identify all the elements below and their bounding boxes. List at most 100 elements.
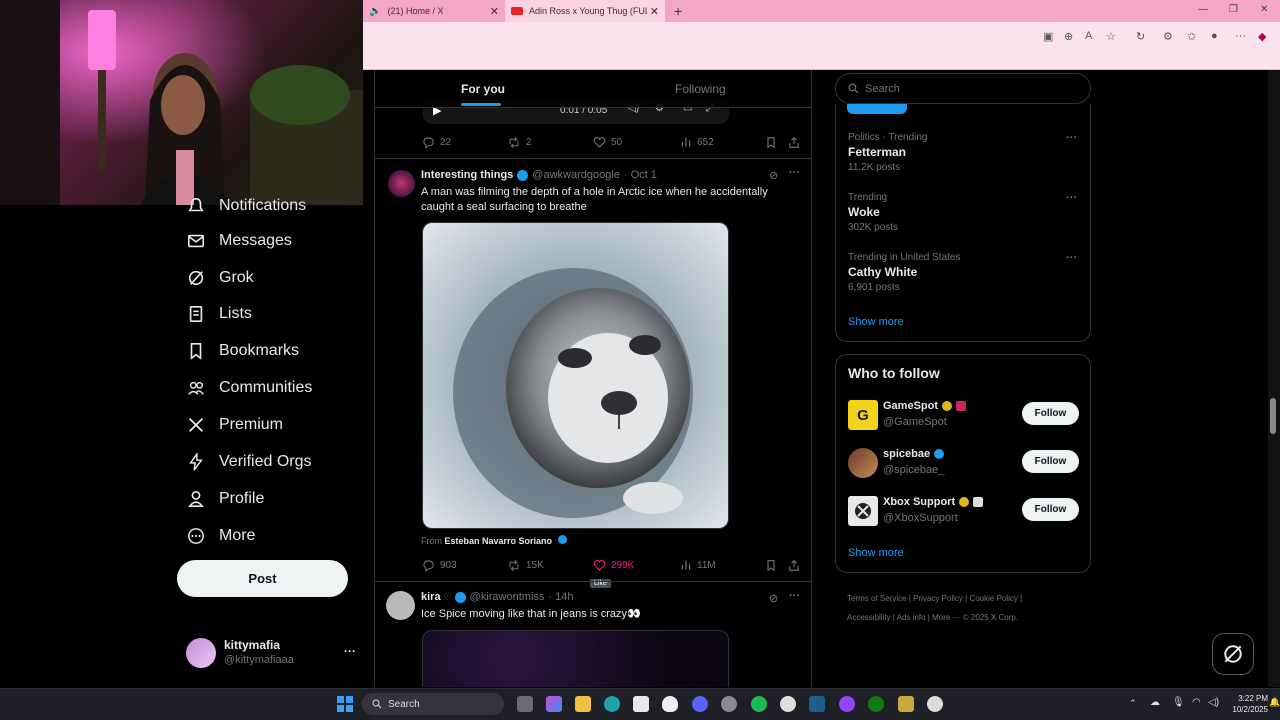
volume-tray-icon[interactable]: ◁): [1208, 697, 1219, 708]
obs-icon[interactable]: [780, 696, 796, 712]
follow-suggestion-name[interactable]: spicebae: [883, 448, 945, 460]
footer-privacy[interactable]: Privacy Policy: [913, 594, 963, 603]
trend-more-icon[interactable]: ···: [1066, 192, 1077, 204]
nav-item-verified-orgs[interactable]: Verified Orgs: [185, 451, 311, 473]
nav-item-more[interactable]: More: [185, 525, 255, 547]
views-button[interactable]: 11M: [680, 559, 716, 571]
app-icon[interactable]: [927, 696, 943, 712]
xbox-avatar[interactable]: [848, 496, 878, 526]
wifi-icon[interactable]: ◠: [1192, 697, 1201, 708]
start-menu-icon[interactable]: [337, 696, 353, 712]
close-window-icon[interactable]: ✕: [1260, 4, 1268, 15]
reply-button[interactable]: 903: [422, 559, 457, 572]
like-button-hover[interactable]: 299K: [593, 559, 634, 572]
post-date[interactable]: · Oct 1: [624, 169, 657, 181]
xbox-app-icon[interactable]: [868, 696, 884, 712]
restore-icon[interactable]: ❐: [1229, 4, 1238, 15]
edge-icon[interactable]: [604, 696, 620, 712]
post-button[interactable]: Post: [177, 560, 348, 597]
follow-suggestion-name[interactable]: Xbox Support: [883, 496, 984, 508]
views-button[interactable]: 652: [680, 136, 714, 148]
follow-suggestion-handle[interactable]: @spicebae_: [883, 464, 944, 476]
alien-app-icon[interactable]: [662, 696, 678, 712]
clock[interactable]: 3:22 PM 10/2/2025: [1224, 693, 1268, 715]
repost-button[interactable]: 2: [507, 136, 532, 149]
post-handle[interactable]: @kirawontmiss: [470, 591, 545, 603]
browser-tab-youtube[interactable]: Adin Ross x Young Thug (FULL ST ✕: [505, 0, 665, 22]
account-menu-icon[interactable]: ···: [344, 644, 356, 658]
footer-ads-info[interactable]: Ads info: [897, 613, 926, 622]
zoom-icon[interactable]: ⊕: [1064, 30, 1073, 43]
new-tab-button[interactable]: +: [668, 0, 688, 22]
post-avatar[interactable]: [388, 170, 415, 197]
nav-item-messages[interactable]: Messages: [185, 230, 292, 252]
post-author[interactable]: Interesting things: [421, 169, 513, 181]
extension-icon[interactable]: ⚙: [1163, 30, 1173, 43]
nav-item-notifications[interactable]: Notifications: [185, 195, 306, 217]
reply-button[interactable]: 22: [422, 136, 451, 149]
post-handle[interactable]: @awkwardgoogle: [532, 169, 620, 181]
close-tab-icon[interactable]: ✕: [490, 5, 499, 18]
follow-suggestion-handle[interactable]: @GameSpot: [883, 416, 947, 428]
grok-explain-icon[interactable]: ⊘: [769, 169, 778, 182]
search-input[interactable]: Search: [835, 73, 1091, 104]
footer-terms[interactable]: Terms of Service: [847, 594, 907, 603]
follow-button-gamespot[interactable]: Follow: [1022, 402, 1079, 425]
onedrive-icon[interactable]: ☁: [1150, 697, 1160, 708]
gamespot-avatar[interactable]: G: [848, 400, 878, 430]
post-date[interactable]: · 14h: [548, 591, 573, 603]
post-video[interactable]: [422, 222, 729, 529]
task-view-icon[interactable]: [517, 696, 533, 712]
page-scrollbar[interactable]: [1268, 70, 1280, 687]
post-more-icon[interactable]: ···: [789, 590, 800, 602]
bookmark-button[interactable]: [765, 559, 782, 572]
like-button[interactable]: 50: [593, 136, 622, 149]
footer-more[interactable]: More ···: [932, 613, 960, 622]
tab-following[interactable]: Following: [675, 82, 726, 96]
tab-for-you[interactable]: For you: [461, 82, 505, 96]
microphone-icon[interactable]: 🎙: [1172, 697, 1185, 708]
bookmark-button[interactable]: [765, 136, 782, 149]
repost-button[interactable]: 15K: [507, 559, 544, 572]
post-author[interactable]: kira: [421, 591, 441, 603]
footer-accessibility[interactable]: Accessibility: [847, 613, 891, 622]
refresh-icon[interactable]: ↻: [1136, 30, 1145, 43]
spicebae-avatar[interactable]: [848, 448, 878, 478]
follow-suggestion-handle[interactable]: @XboxSupport: [883, 512, 958, 524]
account-avatar[interactable]: [186, 638, 216, 668]
settings-menu-icon[interactable]: ···: [1235, 30, 1246, 42]
trend-more-icon[interactable]: ···: [1066, 132, 1077, 144]
follow-button-xbox[interactable]: Follow: [1022, 498, 1079, 521]
account-handle[interactable]: @kittymafiaaa: [224, 654, 294, 666]
profile-avatar-icon[interactable]: ●: [1211, 30, 1218, 42]
settings-app-icon[interactable]: [721, 696, 737, 712]
browser-tab-home[interactable]: 🔈 (21) Home / X ✕: [363, 0, 505, 22]
nav-item-grok[interactable]: Grok: [185, 267, 254, 289]
spotify-icon[interactable]: [751, 696, 767, 712]
twitch-icon[interactable]: [839, 696, 855, 712]
minecraft-icon[interactable]: [898, 696, 914, 712]
share-button[interactable]: [788, 136, 805, 149]
trends-show-more[interactable]: Show more: [848, 316, 904, 328]
post-video-preview[interactable]: [422, 630, 729, 687]
show-hidden-icons[interactable]: ⌃: [1129, 698, 1137, 709]
follow-button-spicebae[interactable]: Follow: [1022, 450, 1079, 473]
minimize-icon[interactable]: —: [1198, 4, 1208, 15]
store-icon[interactable]: [633, 696, 649, 712]
trend-item[interactable]: Trending Woke 302K posts: [848, 192, 898, 233]
share-button[interactable]: [788, 559, 805, 572]
steam-icon[interactable]: [809, 696, 825, 712]
close-tab-icon[interactable]: ✕: [650, 5, 659, 18]
nav-item-lists[interactable]: Lists: [185, 303, 252, 325]
read-aloud-icon[interactable]: A: [1085, 30, 1092, 42]
post-avatar[interactable]: [386, 591, 415, 620]
copilot-app-icon[interactable]: [546, 696, 562, 712]
account-name[interactable]: kittymafia: [224, 638, 280, 652]
nav-item-bookmarks[interactable]: Bookmarks: [185, 340, 299, 362]
trend-more-icon[interactable]: ···: [1066, 252, 1077, 264]
trend-item[interactable]: Politics · Trending Fetterman 11.2K post…: [848, 132, 927, 173]
footer-cookie[interactable]: Cookie Policy: [969, 594, 1017, 603]
app-available-icon[interactable]: ▣: [1043, 30, 1053, 43]
collections-icon[interactable]: ✩: [1187, 30, 1196, 43]
scrollbar-thumb[interactable]: [1270, 398, 1276, 434]
